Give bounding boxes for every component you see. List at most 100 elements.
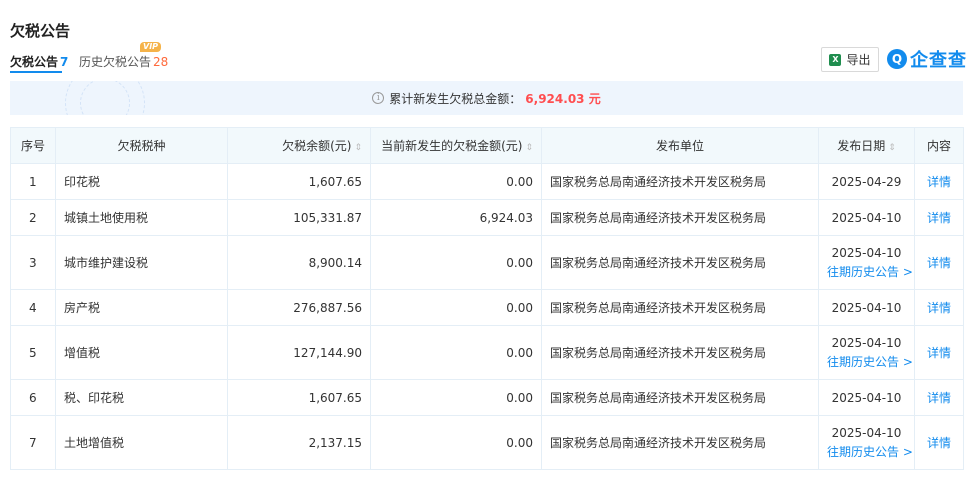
publish-date: 2025-04-10 [831,210,902,225]
decorative-circle [80,81,130,115]
cell-new-amount: 0.00 [370,163,542,200]
cell-tax-type: 增值税 [55,325,228,380]
table-row: 6 税、印花税 1,607.65 0.00 国家税务总局南通经济技术开发区税务局 2025… [10,379,964,416]
history-notices-link[interactable]: 往期历史公告 > [827,353,913,370]
publish-date: 2025-04-10 [831,300,902,315]
export-label: 导出 [846,53,871,67]
tab-label: 欠税公告 [10,55,59,69]
cell-seq: 2 [10,199,56,236]
publish-date: 2025-04-29 [831,174,902,189]
cell-balance: 8,900.14 [227,235,371,290]
table-row: 5 增值税 127,144.90 0.00 国家税务总局南通经济技术开发区税务局 2025… [10,325,964,380]
cell-content: 详情 [914,163,964,200]
summary-bar: i 累计新发生欠税总金额： 6,924.03 元 [10,81,963,115]
publish-date: 2025-04-10 [831,390,902,405]
cell-date: 2025-04-29 [818,163,915,200]
cell-date: 2025-04-10 往期历史公告 > [818,325,915,380]
cell-content: 详情 [914,199,964,236]
cell-tax-type: 印花税 [55,163,228,200]
summary-label: 累计新发生欠税总金额： [389,91,522,106]
table-row: 3 城市维护建设税 8,900.14 0.00 国家税务总局南通经济技术开发区税务局 20… [10,235,964,290]
cell-balance: 105,331.87 [227,199,371,236]
cell-content: 详情 [914,325,964,380]
cell-content: 详情 [914,379,964,416]
cell-balance: 2,137.15 [227,415,371,470]
header-organization: 发布单位 [541,127,819,164]
cell-seq: 1 [10,163,56,200]
logo-mark-icon: Q [887,49,907,69]
details-link[interactable]: 详情 [927,391,951,405]
cell-new-amount: 0.00 [370,379,542,416]
history-notices-link[interactable]: 往期历史公告 > [827,263,913,280]
cell-content: 详情 [914,289,964,326]
sort-icon[interactable]: ⇕ [354,143,362,153]
cell-new-amount: 0.00 [370,235,542,290]
tab-count: 28 [153,55,169,69]
tab-active-indicator [10,71,62,73]
header-tax-type: 欠税税种 [55,127,228,164]
details-link[interactable]: 详情 [927,436,951,450]
table-header-row: 序号 欠税税种 欠税余额(元) ⇕ 当前新发生的欠税金额(元) ⇕ 发布单位 发布日… [10,127,964,164]
cell-date: 2025-04-10 往期历史公告 > [818,415,915,470]
cell-balance: 276,887.56 [227,289,371,326]
tab-count: 7 [60,55,69,69]
cell-new-amount: 6,924.03 [370,199,542,236]
logo-text: 企查查 [910,50,967,71]
tab-current-tax-arrears[interactable]: 欠税公告 7 [10,53,69,73]
cell-organization: 国家税务总局南通经济技术开发区税务局 [541,289,819,326]
cell-balance: 1,607.65 [227,163,371,200]
cell-seq: 6 [10,379,56,416]
cell-tax-type: 房产税 [55,289,228,326]
section-title: 欠税公告 [10,22,71,40]
cell-new-amount: 0.00 [370,415,542,470]
publish-date: 2025-04-10 [831,245,902,260]
table-row: 2 城镇土地使用税 105,331.87 6,924.03 国家税务总局南通经济技术开发… [10,199,964,236]
cell-date: 2025-04-10 往期历史公告 > [818,235,915,290]
export-button[interactable]: X 导出 [821,47,879,72]
table-row: 1 印花税 1,607.65 0.00 国家税务总局南通经济技术开发区税务局 2025-0… [10,163,964,200]
cell-organization: 国家税务总局南通经济技术开发区税务局 [541,379,819,416]
summary-amount: 6,924.03 元 [525,91,601,106]
header-date[interactable]: 发布日期 ⇕ [818,127,915,164]
details-link[interactable]: 详情 [927,256,951,270]
cell-organization: 国家税务总局南通经济技术开发区税务局 [541,235,819,290]
details-link[interactable]: 详情 [927,175,951,189]
cell-seq: 3 [10,235,56,290]
header-new-amount[interactable]: 当前新发生的欠税金额(元) ⇕ [370,127,542,164]
table-row: 7 土地增值税 2,137.15 0.00 国家税务总局南通经济技术开发区税务局 2025… [10,415,964,470]
tab-history-tax-arrears[interactable]: 历史欠税公告 28 [79,53,168,70]
cell-organization: 国家税务总局南通经济技术开发区税务局 [541,325,819,380]
cell-date: 2025-04-10 [818,379,915,416]
sort-icon[interactable]: ⇕ [525,143,533,153]
sort-icon[interactable]: ⇕ [888,143,896,153]
header-seq: 序号 [10,127,56,164]
tax-arrears-table: 序号 欠税税种 欠税余额(元) ⇕ 当前新发生的欠税金额(元) ⇕ 发布单位 发布日… [10,127,964,470]
details-link[interactable]: 详情 [927,346,951,360]
cell-date: 2025-04-10 [818,199,915,236]
cell-content: 详情 [914,235,964,290]
cell-seq: 5 [10,325,56,380]
tab-label: 历史欠税公告 [79,55,152,69]
cell-tax-type: 城镇土地使用税 [55,199,228,236]
cell-date: 2025-04-10 [818,289,915,326]
cell-seq: 7 [10,415,56,470]
cell-tax-type: 土地增值税 [55,415,228,470]
cell-organization: 国家税务总局南通经济技术开发区税务局 [541,163,819,200]
table-row: 4 房产税 276,887.56 0.00 国家税务总局南通经济技术开发区税务局 2025… [10,289,964,326]
details-link[interactable]: 详情 [927,211,951,225]
details-link[interactable]: 详情 [927,301,951,315]
cell-balance: 1,607.65 [227,379,371,416]
cell-organization: 国家税务总局南通经济技术开发区税务局 [541,415,819,470]
header-content: 内容 [914,127,964,164]
qichacha-logo: Q 企查查 [887,47,967,71]
cell-content: 详情 [914,415,964,470]
info-icon[interactable]: i [372,92,385,104]
cell-new-amount: 0.00 [370,289,542,326]
cell-balance: 127,144.90 [227,325,371,380]
history-notices-link[interactable]: 往期历史公告 > [827,443,913,460]
vip-badge: VIP [140,42,162,52]
excel-icon: X [829,53,842,66]
cell-organization: 国家税务总局南通经济技术开发区税务局 [541,199,819,236]
header-balance[interactable]: 欠税余额(元) ⇕ [227,127,371,164]
cell-new-amount: 0.00 [370,325,542,380]
